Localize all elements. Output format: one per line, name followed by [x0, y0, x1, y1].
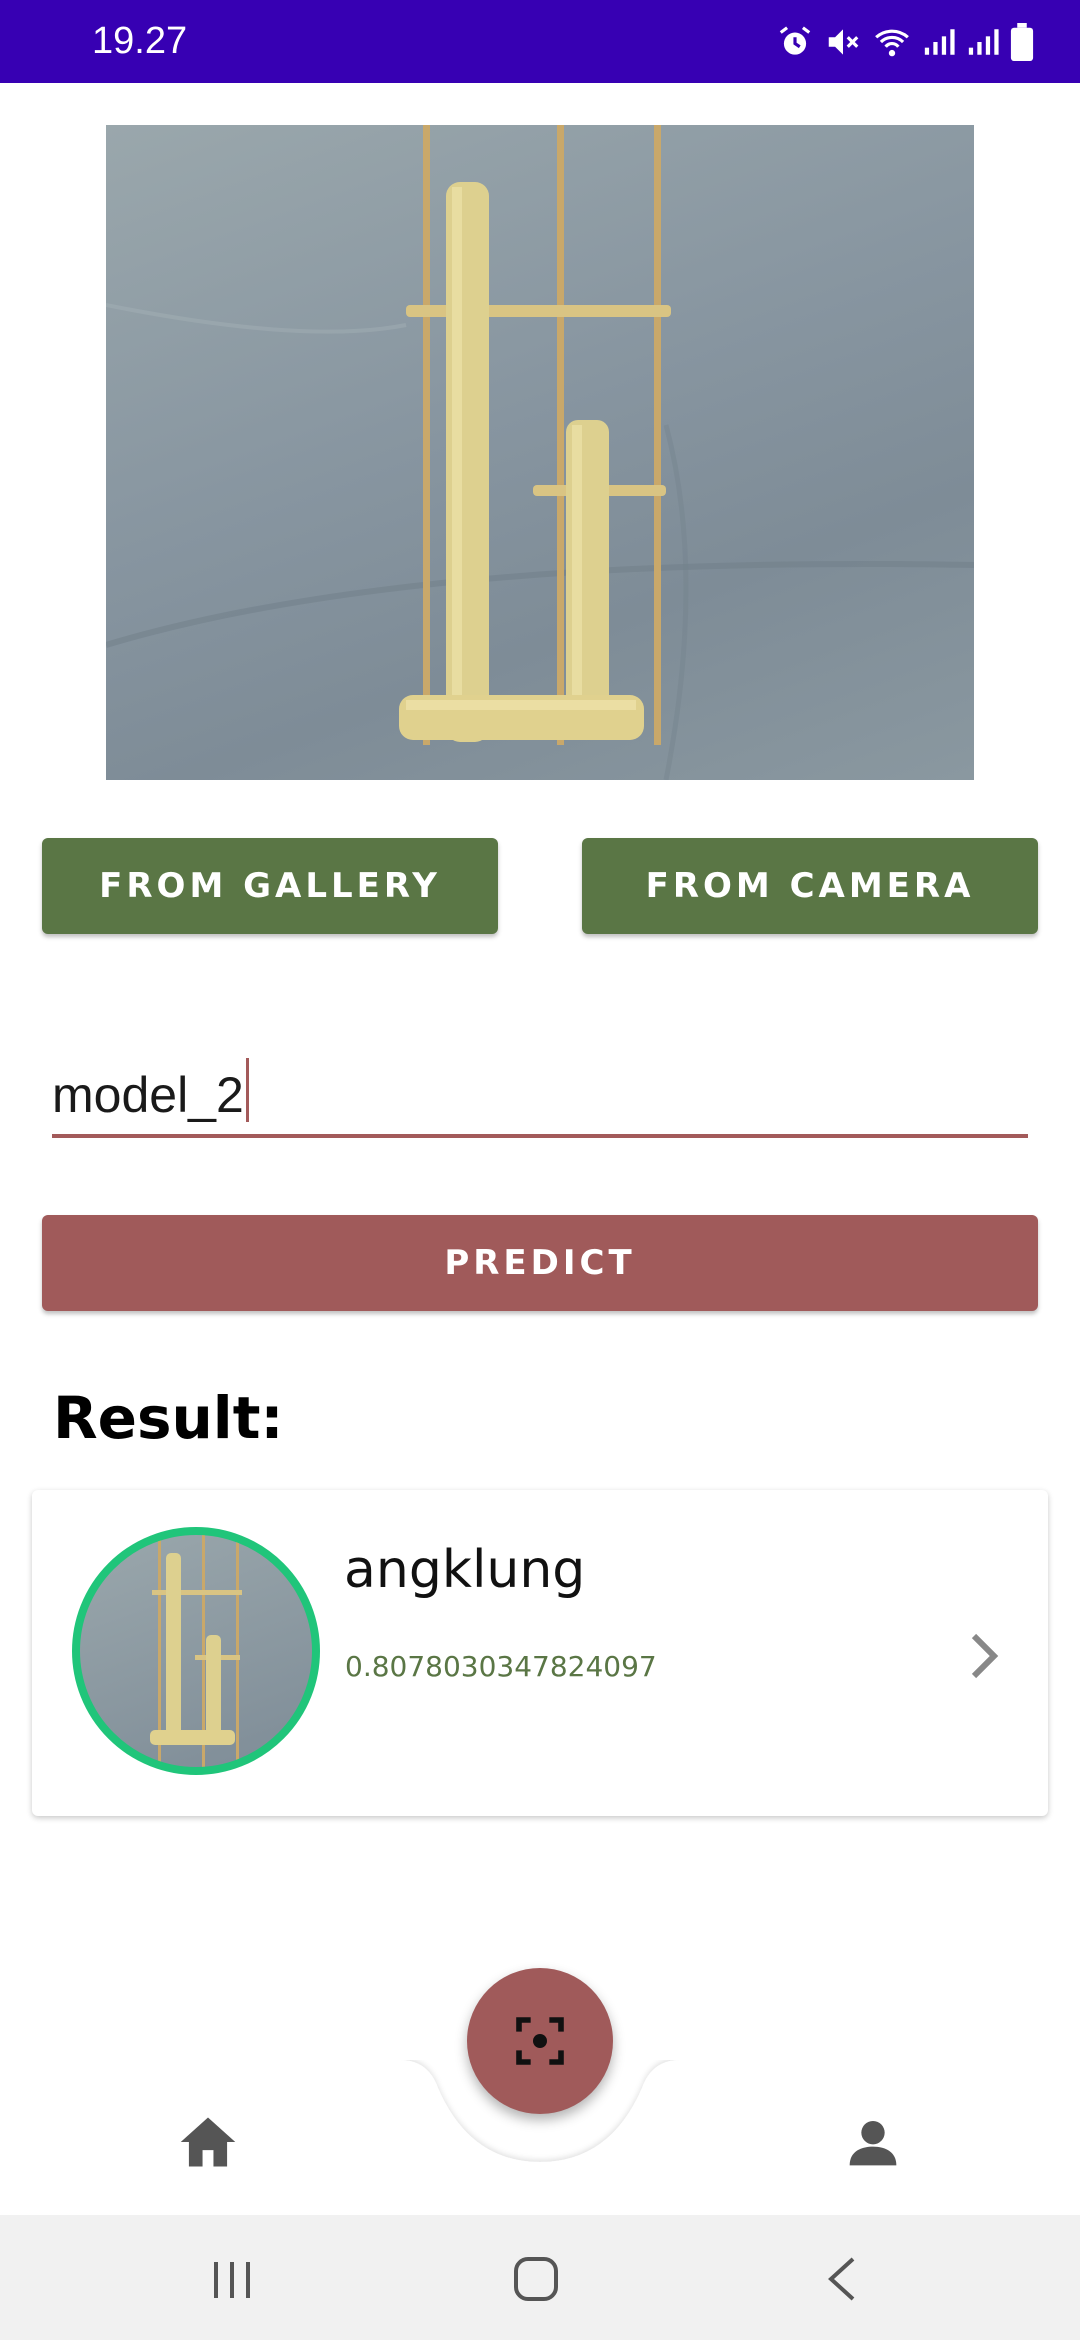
status-bar: 19.27: [0, 0, 1080, 83]
home-icon[interactable]: [175, 2112, 241, 2172]
model-input-text: model_2: [52, 1067, 244, 1123]
battery-icon: [1010, 23, 1034, 61]
from-camera-button[interactable]: FROM CAMERA: [582, 838, 1038, 934]
result-card[interactable]: angklung 0.8078030347824097: [32, 1490, 1048, 1816]
profile-icon[interactable]: [845, 2112, 901, 2172]
image-preview: [106, 125, 974, 780]
alarm-icon: [779, 26, 811, 55]
predict-button[interactable]: PREDICT: [42, 1215, 1038, 1311]
text-caret: [245, 1058, 249, 1122]
back-icon[interactable]: [825, 2255, 859, 2303]
result-label: angklung: [344, 1540, 586, 1600]
home-circle-icon[interactable]: [512, 2255, 560, 2303]
angklung-illustration: [106, 125, 974, 780]
signal-icon: [968, 29, 999, 55]
recents-icon[interactable]: [212, 2258, 252, 2302]
model-input-underline: [52, 1134, 1028, 1138]
result-heading: Result:: [53, 1384, 284, 1452]
chevron-right-icon[interactable]: [968, 1630, 1002, 1682]
model-input[interactable]: model_2: [52, 1052, 1028, 1138]
result-score: 0.8078030347824097: [345, 1650, 657, 1683]
status-icons: [776, 20, 1034, 64]
scan-icon: [516, 2017, 564, 2065]
scan-fab-button[interactable]: [467, 1968, 613, 2114]
model-input-value[interactable]: model_2: [52, 1058, 249, 1124]
angklung-thumbnail-illustration: [150, 1535, 242, 1767]
result-thumbnail: [72, 1527, 320, 1775]
mute-icon: [828, 29, 859, 55]
from-gallery-button[interactable]: FROM GALLERY: [42, 838, 498, 934]
signal-icon: [924, 29, 955, 55]
status-time: 19.27: [92, 20, 188, 62]
wifi-icon: [875, 29, 909, 57]
